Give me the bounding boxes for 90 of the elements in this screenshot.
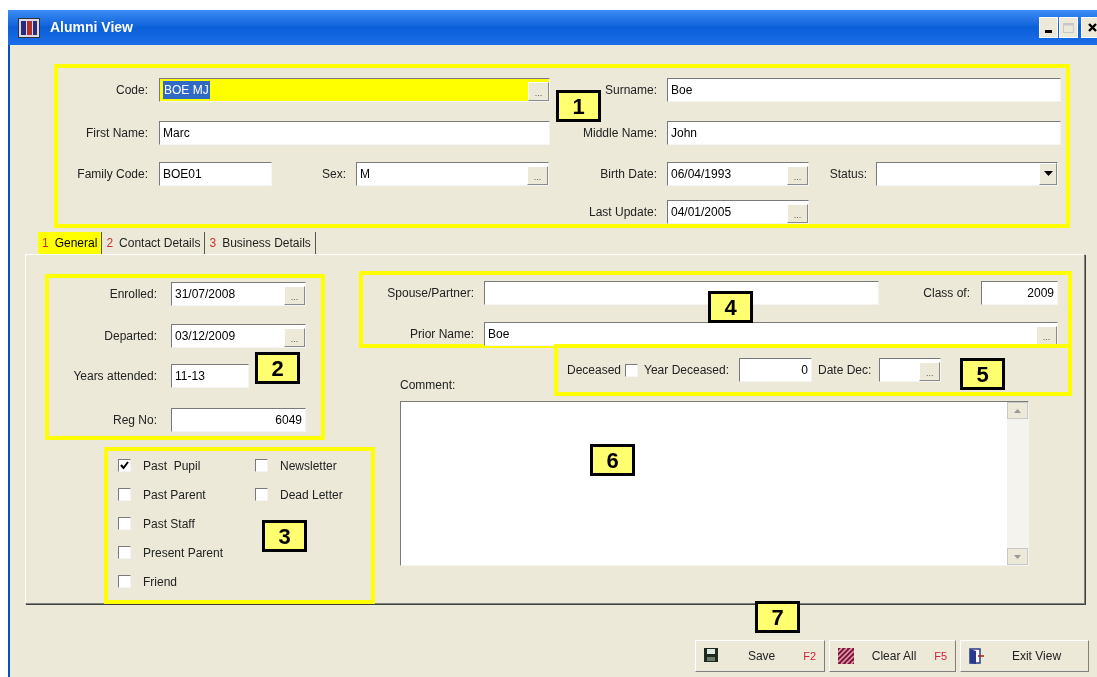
number-field[interactable]: 6049 [171,407,306,432]
field-label: Sex: [321,165,346,183]
lookup-button[interactable]: ... [787,165,808,185]
lookup-field[interactable]: BOE MJ ... [159,77,550,102]
app-icon [18,17,40,38]
callout-badge: 4 [708,291,753,323]
field-label: Date Dec: [818,362,872,379]
down-arrow-icon [1014,554,1021,559]
text-field[interactable]: John [667,120,1061,145]
hatched-square-icon [838,648,854,664]
lookup-field[interactable]: M ... [356,161,549,186]
lookup-button[interactable]: ... [284,327,305,347]
checkbox-label: Past Parent [143,486,206,504]
field-label: Class of: [922,284,970,302]
checkbox-label: Newsletter [280,457,337,475]
number-field[interactable]: 2009 [981,280,1058,305]
lookup-field[interactable]: 31/07/2008 ... [171,281,306,306]
close-button[interactable] [1081,17,1097,38]
field-label: Last Update: [587,204,657,221]
field-label: Reg No: [111,411,157,429]
text-field[interactable]: Boe [667,77,1061,102]
text-field[interactable]: 11-13 [171,363,249,388]
exit-view-button[interactable]: Exit View [960,640,1089,672]
field-label: Year Deceased: [644,362,729,379]
clear-all-button[interactable]: Clear All F5 [829,640,956,672]
text-field[interactable]: BOE01 [159,161,272,186]
lookup-field[interactable]: 04/01/2005 ... [667,200,809,224]
caret-icon [1043,171,1053,176]
field-label: Surname: [603,81,657,99]
lookup-field[interactable]: 03/12/2009 ... [171,323,306,348]
tab[interactable]: 3 Business Details [205,232,316,254]
checkbox-label: Present Parent [143,544,224,562]
checkbox-label: Past Staff [143,515,195,533]
save-button[interactable]: Save F2 [695,640,825,672]
callout-badge: 6 [590,444,635,476]
field-label: Comment: [400,377,457,394]
maximize-icon [1063,22,1074,33]
lookup-field[interactable]: Boe ... [484,322,1058,346]
scroll-up-button[interactable] [1007,402,1028,419]
lookup-button[interactable]: ... [528,81,549,101]
scrollbar[interactable] [1007,402,1028,565]
checkbox[interactable] [118,488,131,501]
checkbox-label: Past Pupil [143,457,201,475]
lookup-button[interactable]: ... [787,204,808,223]
checkbox-label: Deceased [567,362,622,379]
field-label: Enrolled: [108,285,157,303]
lookup-field[interactable]: 06/04/1993 ... [667,161,809,186]
checkbox-label: Friend [143,573,177,591]
minimize-icon [1045,30,1052,33]
field-label: Departed: [103,327,157,345]
callout-badge: 2 [255,352,300,384]
checkbox[interactable] [118,517,131,530]
checkbox[interactable] [118,546,131,559]
window-title: Alumni View [50,18,133,37]
close-icon [1087,23,1097,32]
comment-field[interactable] [400,401,1029,566]
checkbox[interactable] [255,459,268,472]
dropdown-field[interactable] [876,161,1058,186]
field-label: Spouse/Partner: [386,284,474,302]
scroll-down-button[interactable] [1007,548,1028,565]
up-arrow-icon [1014,408,1021,413]
tab[interactable]: 2 Contact Details [102,232,206,254]
lookup-button[interactable]: ... [919,362,941,381]
checkbox[interactable] [625,363,639,377]
field-label: First Name: [85,124,148,142]
text-field[interactable]: Marc [159,120,550,145]
checkbox-label: Dead Letter [280,486,343,504]
callout-badge: 7 [755,601,800,633]
field-label: Code: [114,81,148,99]
callout-badge: 5 [960,358,1005,390]
field-label: Middle Name: [581,124,657,142]
lookup-field[interactable]: ... [879,358,942,382]
minimize-button[interactable] [1039,17,1058,38]
callout-badge: 1 [556,90,601,122]
lookup-button[interactable]: ... [284,285,305,305]
checkbox[interactable] [118,575,131,588]
field-label: Status: [828,165,867,183]
checkbox[interactable] [118,459,131,472]
number-field[interactable]: 0 [739,358,812,382]
field-label: Prior Name: [409,326,474,343]
field-label: Years attended: [72,367,157,385]
check-icon [120,461,129,470]
lookup-button[interactable]: ... [527,165,548,185]
callout-badge: 3 [262,520,307,552]
checkbox[interactable] [255,488,268,501]
field-label: Family Code: [76,165,148,183]
field-label: Birth Date: [599,165,657,183]
dropdown-button[interactable] [1039,162,1057,185]
door-icon [969,648,985,664]
tab[interactable]: 1 General [38,232,103,254]
